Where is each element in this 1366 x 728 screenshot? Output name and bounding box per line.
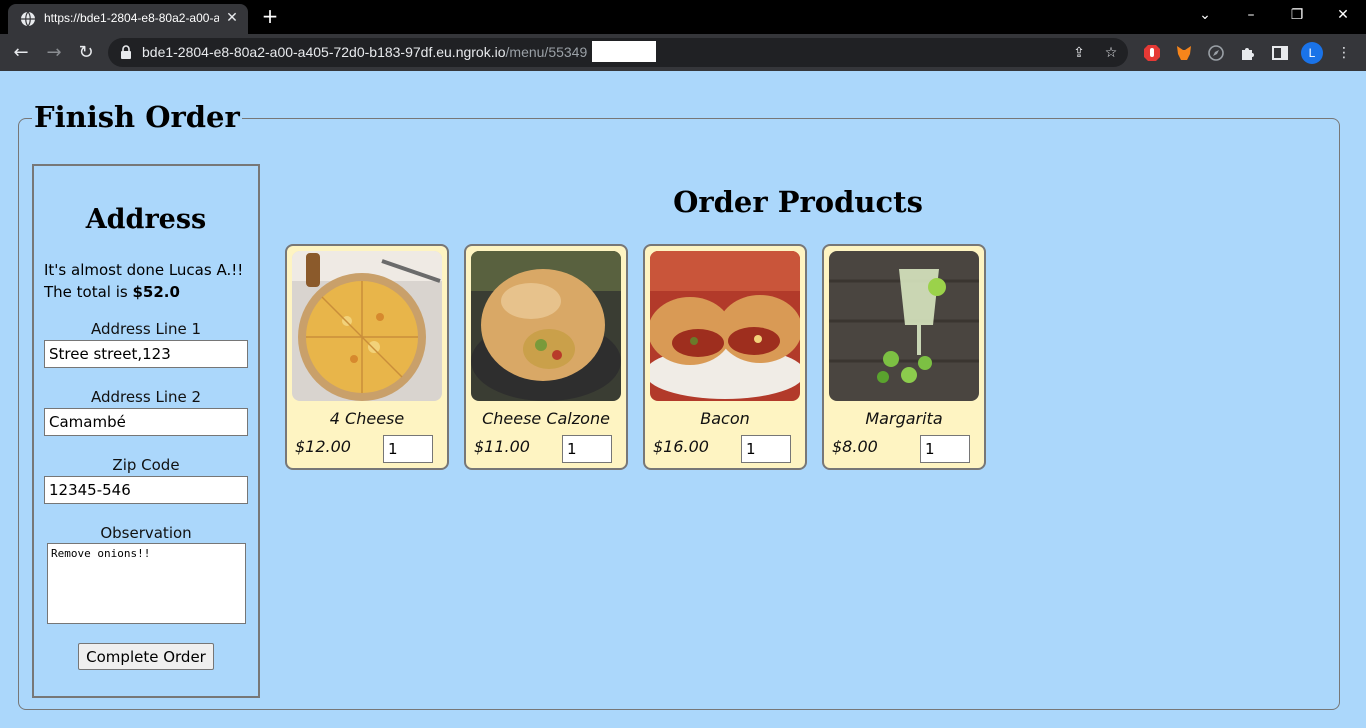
complete-order-button[interactable]: Complete Order — [78, 643, 214, 670]
tab-search-icon[interactable]: ⌄ — [1182, 0, 1228, 30]
address-line1-input[interactable] — [44, 340, 248, 368]
bookmark-star-icon[interactable]: ☆ — [1100, 42, 1122, 64]
product-name: Bacon — [700, 409, 750, 428]
address-panel: Address It's almost done Lucas A.!! The … — [32, 164, 260, 698]
url-path: /menu/55349 — [505, 44, 588, 60]
product-price: $12.00 — [295, 437, 351, 456]
new-tab-icon[interactable]: + — [258, 5, 282, 29]
close-tab-icon[interactable]: ✕ — [222, 8, 242, 28]
total-line: The total is $52.0 — [44, 281, 254, 303]
order-summary-text: It's almost done Lucas A.!! The total is… — [44, 259, 254, 303]
product-price: $8.00 — [832, 437, 878, 456]
tab-bar: https://bde1-2804-e8-80a2-a00-a ✕ + ⌄ – … — [0, 0, 1366, 34]
minimize-icon[interactable]: – — [1228, 0, 1274, 30]
pizza-photo — [292, 251, 442, 401]
share-icon[interactable]: ⇪ — [1068, 42, 1090, 64]
reload-icon[interactable]: ↻ — [72, 39, 100, 67]
back-icon[interactable]: ← — [7, 39, 35, 67]
zip-code-input[interactable] — [44, 476, 248, 504]
product-quantity-input[interactable] — [562, 435, 612, 463]
url-host: bde1-2804-e8-80a2-a00-a405-72d0-b183-97d… — [142, 44, 506, 60]
metamask-fox-icon[interactable] — [1172, 41, 1196, 65]
greeting-text: It's almost done Lucas A.!! — [44, 261, 244, 279]
product-name: Margarita — [865, 409, 943, 428]
side-panel-icon[interactable] — [1268, 41, 1292, 65]
address-line2-input[interactable] — [44, 408, 248, 436]
redacted-url-mask — [592, 41, 656, 62]
menu-dots-icon[interactable]: ⋮ — [1332, 41, 1356, 65]
url-text: bde1-2804-e8-80a2-a00-a405-72d0-b183-97d… — [142, 44, 587, 60]
browser-tab[interactable]: https://bde1-2804-e8-80a2-a00-a ✕ — [8, 4, 248, 34]
product-price: $11.00 — [474, 437, 530, 456]
finish-order-legend: Finish Order — [32, 100, 242, 134]
total-value: $52.0 — [132, 283, 180, 301]
extensions-puzzle-icon[interactable] — [1236, 41, 1260, 65]
compass-extension-icon[interactable] — [1204, 41, 1228, 65]
product-quantity-input[interactable] — [383, 435, 433, 463]
product-name: Cheese Calzone — [482, 409, 610, 428]
product-card: Bacon $16.00 — [643, 244, 807, 470]
forward-icon[interactable]: → — [40, 39, 68, 67]
order-products-title: Order Products — [673, 185, 923, 219]
total-prefix: The total is — [44, 283, 133, 301]
calzone-photo — [471, 251, 621, 401]
restore-icon[interactable]: ❐ — [1274, 0, 1320, 30]
tab-title: https://bde1-2804-e8-80a2-a00-a — [44, 11, 219, 25]
browser-toolbar: ← → ↻ bde1-2804-e8-80a2-a00-a405-72d0-b1… — [0, 34, 1366, 71]
product-quantity-input[interactable] — [920, 435, 970, 463]
product-quantity-input[interactable] — [741, 435, 791, 463]
observation-textarea[interactable]: Remove onions!! — [47, 543, 246, 624]
product-price: $16.00 — [653, 437, 709, 456]
lock-icon — [121, 45, 131, 59]
zip-code-label: Zip Code — [112, 456, 180, 474]
product-card: 4 Cheese $12.00 — [285, 244, 449, 470]
product-card: Cheese Calzone $11.00 — [464, 244, 628, 470]
address-line1-label: Address Line 1 — [90, 320, 202, 338]
product-name: 4 Cheese — [329, 409, 405, 428]
address-title: Address — [85, 204, 207, 235]
address-line2-label: Address Line 2 — [90, 388, 202, 406]
bacon-calzone-photo — [650, 251, 800, 401]
margarita-drink-photo — [829, 251, 979, 401]
window-close-icon[interactable]: ✕ — [1320, 0, 1366, 30]
product-card: Margarita $8.00 — [822, 244, 986, 470]
adblock-extension-icon[interactable] — [1140, 41, 1164, 65]
observation-label: Observation — [100, 524, 192, 542]
profile-avatar[interactable]: L — [1301, 42, 1323, 64]
globe-icon — [21, 11, 35, 27]
